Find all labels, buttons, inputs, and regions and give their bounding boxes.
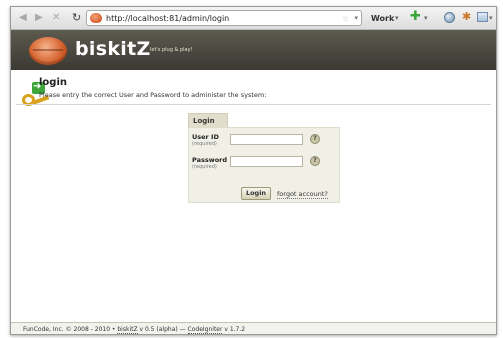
login-button[interactable]: Login [241, 187, 271, 200]
tab-login: Login [188, 113, 228, 128]
tab-login-label: Login [193, 117, 215, 125]
help-icon[interactable]: ? [310, 156, 320, 166]
site-title[interactable]: biskitZ [75, 38, 151, 60]
url-history-dropdown[interactable]: ▾ [354, 13, 358, 24]
menu-icon[interactable] [477, 12, 488, 22]
bookmark-star-icon[interactable]: ☆ [342, 13, 349, 24]
back-icon[interactable]: ◀ [19, 12, 27, 24]
password-hint: (required) [192, 164, 217, 170]
footer-copyright: FunCode, Inc. © 2008 - 2010 • [23, 326, 118, 333]
forward-icon[interactable]: ▶ [35, 12, 43, 24]
tools-icon[interactable]: ✱ [462, 10, 471, 24]
chevron-down-icon[interactable]: ▾ [395, 13, 399, 24]
password-label: Password [192, 156, 228, 164]
footer-text: FunCode, Inc. © 2008 - 2010 • biskitZ v … [23, 326, 245, 334]
reload-icon[interactable]: ↻ [72, 11, 81, 24]
site-footer: FunCode, Inc. © 2008 - 2010 • biskitZ v … [11, 322, 496, 334]
chevron-down-icon[interactable]: ▾ [489, 13, 493, 24]
help-icon[interactable]: ? [310, 134, 320, 144]
site-tagline: let's plug & play! [150, 47, 193, 53]
password-input[interactable] [230, 156, 303, 167]
piggy-bank-logo-icon[interactable] [29, 37, 67, 65]
profile-menu[interactable]: Work [371, 13, 394, 24]
site-header: biskitZ let's plug & play! [11, 30, 496, 70]
divider [16, 104, 491, 105]
footer-framework-link[interactable]: CodeIgniter [187, 326, 223, 334]
user-id-input[interactable] [230, 134, 303, 145]
forgot-account-link[interactable]: forgot account? [277, 190, 328, 199]
user-id-hint: (required) [192, 141, 217, 147]
footer-app-link[interactable]: biskitZ [117, 326, 138, 334]
stop-icon[interactable]: ✕ [52, 12, 60, 24]
page-title: login [39, 77, 68, 88]
user-id-label: User ID [192, 133, 219, 141]
browser-toolbar: ◀ ▶ ✕ ↻ http://localhost:81/admin/login … [11, 7, 496, 30]
chevron-down-icon[interactable]: ▾ [424, 13, 428, 24]
url-text[interactable]: http://localhost:81/admin/login [106, 13, 229, 24]
globe-icon[interactable] [444, 12, 455, 23]
site-favicon-icon [90, 13, 102, 23]
address-bar[interactable]: http://localhost:81/admin/login ☆ ▾ [86, 10, 362, 26]
footer-framework-version: v 1.7.2 [222, 326, 246, 333]
browser-window: ◀ ▶ ✕ ↻ http://localhost:81/admin/login … [10, 6, 497, 335]
page-description: Please entry the correct User and Passwo… [39, 91, 267, 99]
plus-icon[interactable]: ✚ [410, 10, 421, 24]
footer-version: v 0.5 (alpha) — [137, 326, 188, 333]
